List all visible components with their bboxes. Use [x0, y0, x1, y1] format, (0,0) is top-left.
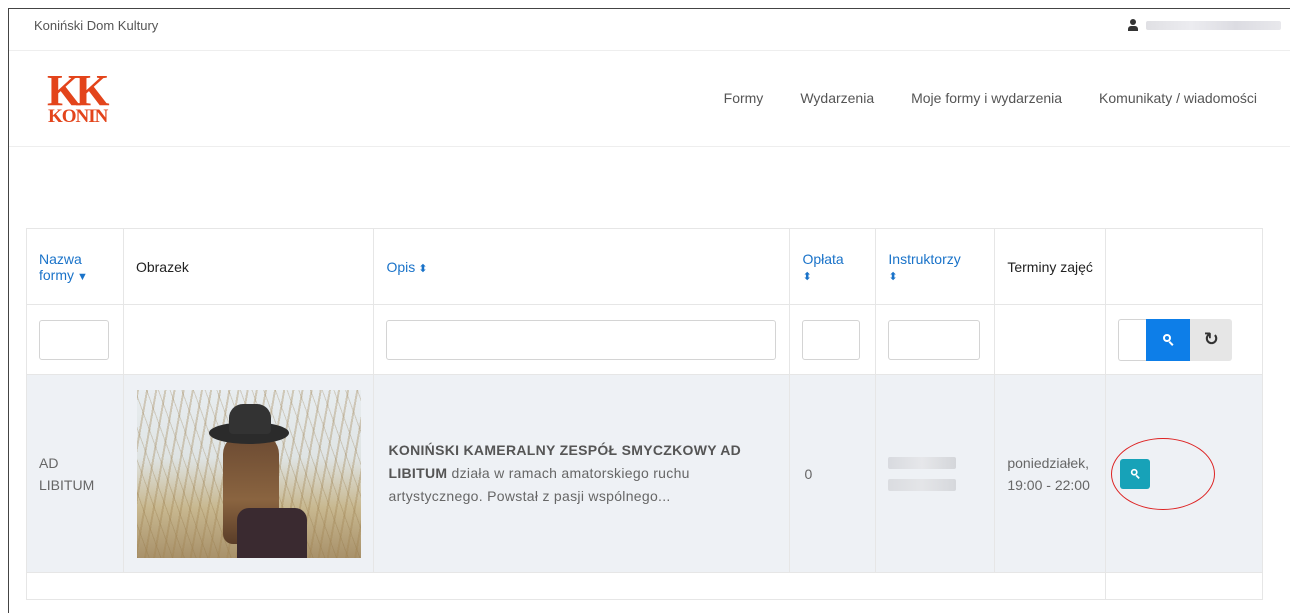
sort-icon: ⬍ — [802, 270, 812, 283]
search-button[interactable] — [1146, 318, 1191, 361]
col-header-instructors-label: Instruktorzy — [888, 250, 961, 267]
table-header-row: Nazwa formy ▼ Obrazek Opis ⬍ Opłata ⬍ Instr… — [26, 228, 1263, 305]
row-instructors-redacted — [875, 374, 996, 573]
logo[interactable]: KK KONIN — [47, 69, 117, 129]
row-terms: poniedziałek, 19:00 - 22:00 — [994, 374, 1107, 573]
header: KK KONIN Formy Wydarzenia Moje formy i w… — [9, 51, 1290, 147]
zoom-icon — [1130, 468, 1140, 479]
col-header-name-label: Nazwa formy — [39, 250, 82, 283]
nav-wydarzenia[interactable]: Wydarzenia — [800, 90, 874, 106]
row-fee: 0 — [789, 374, 877, 573]
view-details-button[interactable] — [1120, 458, 1151, 489]
filter-row: ↻ — [26, 304, 1263, 375]
nav-formy[interactable]: Formy — [724, 90, 764, 106]
reset-button[interactable]: ↻ — [1190, 318, 1233, 361]
filter-fee-input[interactable] — [802, 319, 861, 360]
table-row: AD LIBITUM KONIŃSKI KAMERALNY ZESPÓŁ SMY… — [26, 374, 1263, 573]
user-name-redacted — [1146, 20, 1281, 30]
col-header-fee-label: Opłata — [802, 250, 844, 267]
col-header-image: Obrazek — [122, 228, 375, 305]
row-description: KONIŃSKI KAMERALNY ZESPÓŁ SMYCZKOWY AD L… — [373, 374, 791, 573]
col-header-fee[interactable]: Opłata ⬍ — [789, 228, 877, 305]
col-header-actions — [1105, 228, 1263, 305]
col-header-terms: Terminy zajęć — [994, 228, 1107, 305]
col-header-desc-label: Opis — [386, 258, 416, 275]
sort-down-icon: ▼ — [77, 270, 88, 283]
top-bar: Koniński Dom Kultury — [9, 9, 1290, 51]
main-nav: Formy Wydarzenia Moje formy i wydarzenia… — [724, 90, 1257, 106]
nav-komunikaty[interactable]: Komunikaty / wiadomości — [1099, 90, 1257, 106]
filter-input-edge[interactable] — [1118, 318, 1147, 361]
sort-icon: ⬍ — [888, 270, 898, 283]
reset-icon: ↻ — [1203, 329, 1219, 349]
search-icon — [1162, 334, 1174, 346]
nav-moje-formy[interactable]: Moje formy i wydarzenia — [911, 90, 1062, 106]
sort-icon: ⬍ — [418, 262, 428, 275]
filter-actions: ↻ — [1118, 318, 1250, 361]
logo-konin: KONIN — [48, 106, 108, 127]
filter-instructors-input[interactable] — [888, 319, 981, 360]
site-name: Koniński Dom Kultury — [34, 18, 159, 33]
filter-name-input[interactable] — [39, 319, 109, 360]
col-header-instructors[interactable]: Instruktorzy ⬍ — [875, 228, 996, 305]
row-name: AD LIBITUM — [26, 374, 124, 573]
forms-table: Nazwa formy ▼ Obrazek Opis ⬍ Opłata ⬍ Instr… — [25, 228, 1263, 600]
filter-desc-input[interactable] — [386, 319, 777, 360]
user-menu[interactable] — [1128, 19, 1281, 31]
col-header-name[interactable]: Nazwa formy ▼ — [26, 228, 124, 305]
table-footer-row — [25, 572, 1263, 600]
col-header-desc[interactable]: Opis ⬍ — [373, 228, 791, 305]
form-image — [136, 389, 361, 558]
user-icon — [1128, 19, 1138, 31]
